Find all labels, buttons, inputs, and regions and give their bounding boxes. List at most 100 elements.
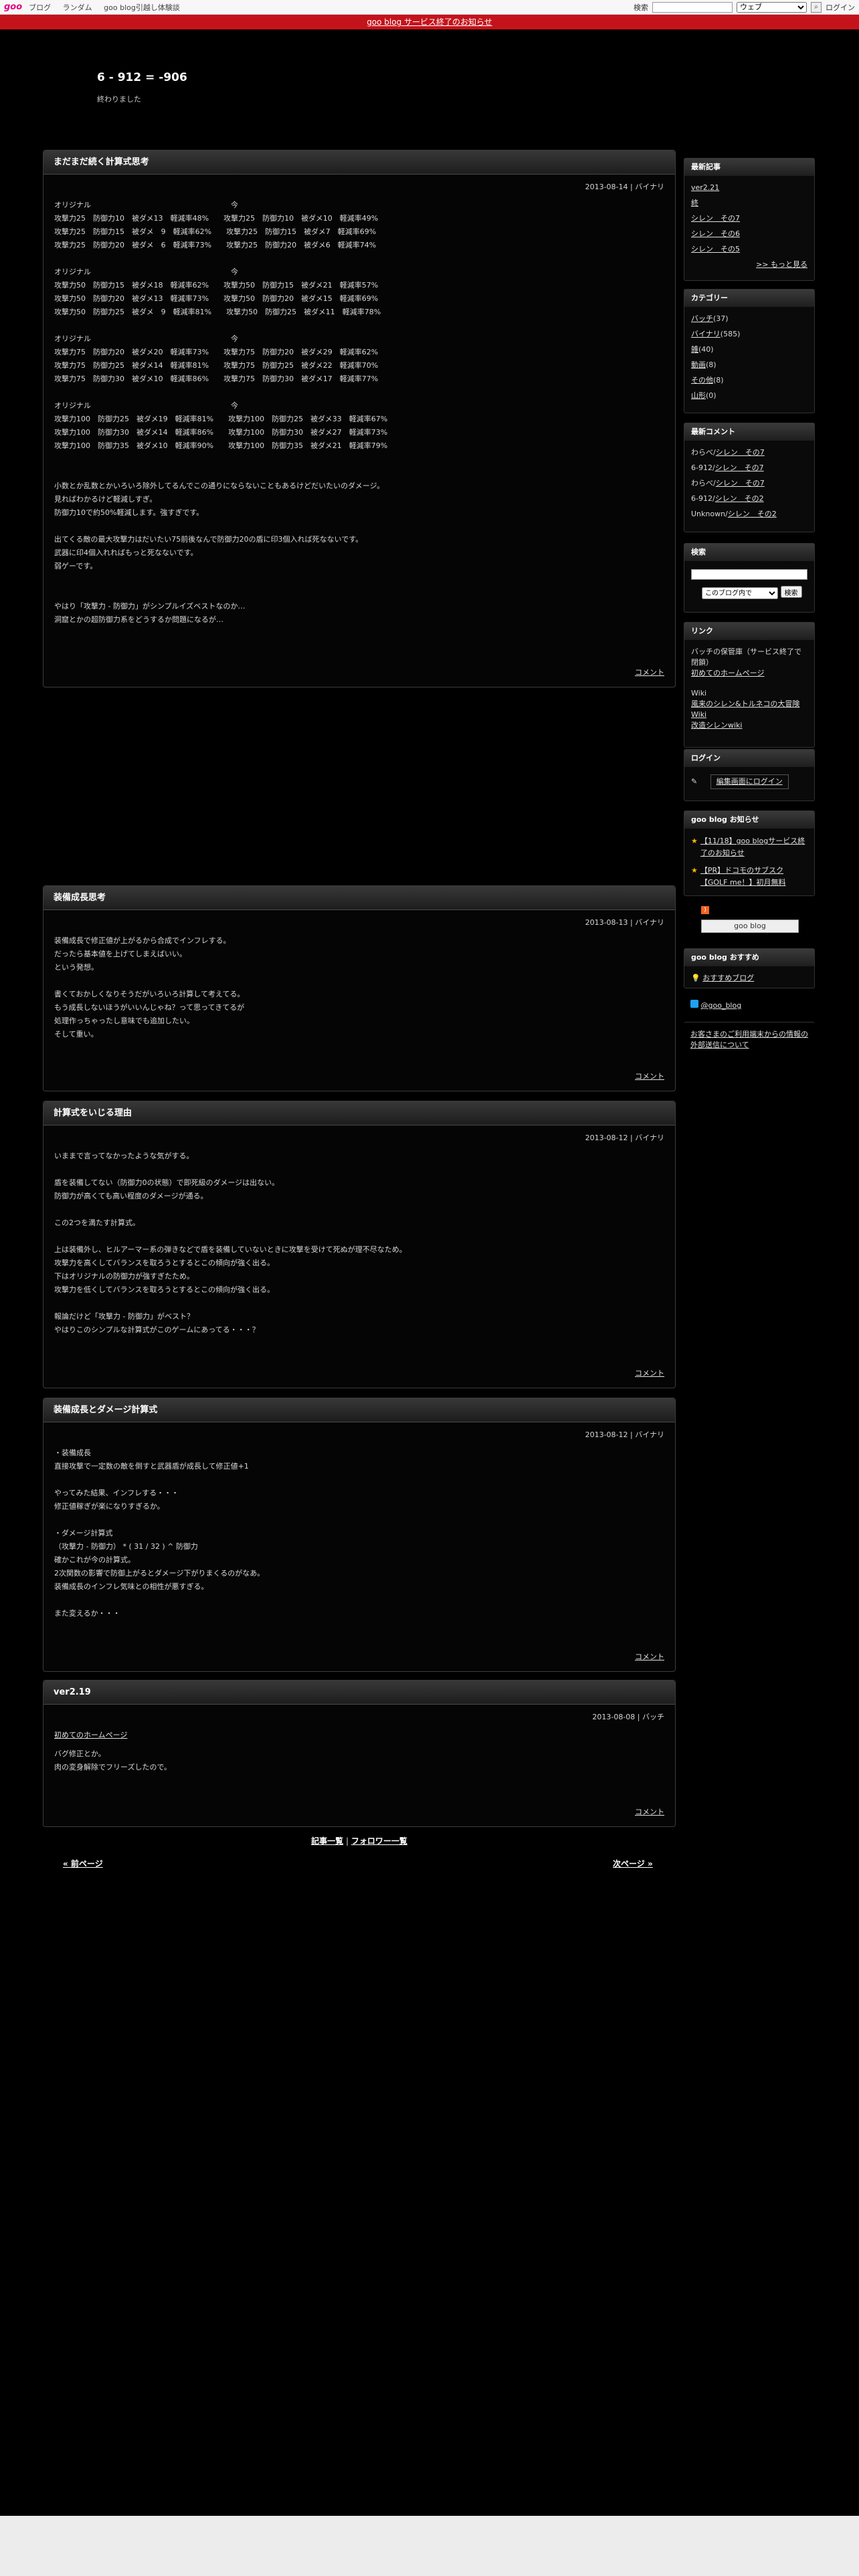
entry-comment-link[interactable]: コメント [635, 1368, 664, 1378]
prev-page-link[interactable]: « 前ページ [63, 1859, 103, 1868]
blog-search-button[interactable]: 検索 [780, 585, 802, 598]
comment-post-link[interactable]: シレン その2 [728, 510, 777, 518]
twitter-icon [690, 1000, 698, 1008]
goo-toolbar: goo ブログ ランダム goo blog引越し体験談 検索 ウェブ ⌕ ログイ… [0, 0, 859, 15]
goo-search-scope[interactable]: ウェブ [737, 1, 807, 13]
sidebar-recommend: goo blog おすすめ 💡 おすすめブログ [684, 948, 815, 988]
comment-post-link[interactable]: シレン その7 [716, 479, 765, 488]
goo-search-input[interactable] [652, 1, 733, 13]
entry-comment-link[interactable]: コメント [635, 1071, 664, 1081]
external-info-link[interactable]: お客さまのご利用端末からの情報の外部送信について [690, 1030, 808, 1049]
goo-blog-banner-label: goo blog [734, 922, 766, 930]
blog-title[interactable]: 6 - 912 = -906 [97, 71, 187, 84]
entry-meta: 2013-08-12 | バイナリ [585, 1430, 664, 1439]
entry-title[interactable]: まだまだ続く計算式思考 [43, 150, 675, 175]
category-count: (0) [706, 391, 717, 400]
sidebar-rss: ) goo blog [684, 900, 815, 940]
sidebar-title: リンク [684, 623, 814, 640]
comment-post-link[interactable]: シレン その2 [715, 494, 764, 503]
entry-title[interactable]: 装備成長とダメージ計算式 [43, 1398, 675, 1422]
comment-user: 6-912/ [691, 463, 715, 472]
entry-comment-link[interactable]: コメント [635, 667, 664, 677]
sidebar-title: カテゴリー [684, 290, 814, 307]
comment-user: わらべ/ [691, 448, 716, 457]
external-link[interactable]: 風来のシレン&トルネコの大冒険 Wiki [691, 700, 799, 719]
pencil-icon: ✎ [691, 777, 698, 786]
entry-meta: 2013-08-13 | バイナリ [585, 918, 664, 927]
sidebar-title: ログイン [684, 750, 814, 767]
entry-1: 装備成長思考 2013-08-13 | バイナリ 装備成長で修正値が上がるから合… [43, 885, 676, 1091]
external-link[interactable]: 改造シレンwiki [691, 721, 742, 730]
category-link[interactable]: 動画 [691, 360, 706, 369]
sidebar-external-info: お客さまのご利用端末からの情報の外部送信について [684, 1022, 815, 1065]
entry-meta: 2013-08-08 | バッチ [592, 1713, 664, 1721]
entry-comment-link[interactable]: コメント [635, 1806, 664, 1817]
category-link[interactable]: 雑 [691, 345, 698, 354]
entry-title[interactable]: ver2.19 [43, 1681, 675, 1705]
rss-row: ) [684, 900, 815, 918]
recent-entry-link[interactable]: シレン その5 [691, 245, 740, 253]
blog-search-scope[interactable]: このブログ内で [702, 587, 778, 599]
next-page-link[interactable]: 次ページ » [613, 1859, 653, 1868]
category-count: (585) [720, 330, 741, 338]
follower-list-link[interactable]: フォロワー一覧 [351, 1836, 407, 1846]
sidebar-title: 最新コメント [684, 423, 814, 441]
recent-entry-link[interactable]: シレン その6 [691, 229, 740, 238]
entry-body: ・装備成長 直接攻撃で一定数の敵を倒すと武器盾が成長して修正値+1 やってみた結… [54, 1448, 265, 1618]
rss-icon[interactable]: ) [701, 906, 709, 914]
blog-search-controls: このブログ内で 検索 [702, 585, 802, 599]
entry-body: オリジナル 今 攻撃力25 防御力10 被ダメ13 軽減率48% 攻撃力25 防… [54, 201, 388, 624]
blog-search-input[interactable] [691, 569, 807, 580]
entry-4: ver2.19 2013-08-08 | バッチ 初めてのホームページ バグ修正… [43, 1680, 676, 1827]
star-icon: ★ [691, 866, 698, 875]
nav-blog-link[interactable]: ブログ [29, 3, 51, 12]
sidebar-search: 検索 このブログ内で 検索 [684, 543, 815, 613]
twitter-link[interactable]: @goo_blog [701, 1001, 742, 1010]
category-link[interactable]: その他 [691, 376, 713, 385]
goo-search-label: 検索 [634, 3, 648, 12]
entry-comment-link[interactable]: コメント [635, 1651, 664, 1662]
entry-body: いままで言ってなかったような気がする。 盾を装備してない（防御力0の状態）で即死… [54, 1152, 407, 1334]
external-link[interactable]: 初めてのホームページ [691, 669, 764, 677]
service-end-notice: goo blog サービス終了のお知らせ [0, 15, 859, 29]
sidebar-login: ログイン ✎ 編集画面にログイン [684, 749, 815, 801]
goo-search-area: 検索 ウェブ ⌕ ログイン [634, 1, 855, 13]
category-link[interactable]: バッチ [691, 314, 713, 323]
recent-more-link[interactable]: >> もっと見る [756, 260, 807, 269]
edit-login-button[interactable]: 編集画面にログイン [710, 774, 789, 789]
sidebar-title: goo blog お知らせ [684, 811, 814, 829]
service-end-link[interactable]: goo blog サービス終了のお知らせ [367, 17, 492, 27]
recent-entry-link[interactable]: シレン その7 [691, 214, 740, 223]
entry-title[interactable]: 装備成長思考 [43, 886, 675, 910]
link-note: バッチの保管庫（サービス終了で閉鎖） [691, 647, 801, 667]
recent-entry-link[interactable]: 終 [691, 199, 698, 207]
news-link[interactable]: 【11/18】goo blogサービス終了のお知らせ [700, 835, 807, 859]
entry-meta: 2013-08-12 | バイナリ [585, 1134, 664, 1142]
nav-random-link[interactable]: ランダム [63, 3, 92, 12]
goo-blog-banner[interactable]: goo blog [701, 920, 799, 933]
entry-list-link[interactable]: 記事一覧 [311, 1836, 343, 1846]
news-link[interactable]: 【PR】ドコモのサブスク【GOLF me！】初月無料 [700, 865, 807, 889]
page-footer [0, 2516, 859, 2576]
entry-link-row: 初めてのホームページ [43, 1723, 675, 1742]
entry-title[interactable]: 計算式をいじる理由 [43, 1101, 675, 1125]
goo-login-link[interactable]: ログイン [826, 2, 855, 13]
entry-body: バグ修正とか。 肉の変身解除でフリーズしたので。 [54, 1749, 172, 1772]
search-icon[interactable]: ⌕ [811, 1, 822, 13]
goo-logo[interactable]: goo [4, 2, 22, 12]
entry-link[interactable]: 初めてのホームページ [54, 1731, 127, 1739]
sidebar-comments: 最新コメント わらべ/シレン その7 6-912/シレン その7 わらべ/シレン… [684, 423, 815, 532]
category-count: (8) [706, 360, 717, 369]
comment-post-link[interactable]: シレン その7 [716, 448, 765, 457]
nav-migration-link[interactable]: goo blog引越し体験談 [104, 3, 180, 12]
recent-entry-link[interactable]: ver2.21 [691, 183, 719, 192]
list-links: 記事一覧 | フォロワー一覧 [43, 1835, 676, 1846]
entry-0: まだまだ続く計算式思考 2013-08-14 | バイナリ オリジナル 今 攻撃… [43, 150, 676, 687]
category-count: (8) [713, 376, 724, 385]
comment-user: Unknown/ [691, 510, 728, 518]
entry-3: 装備成長とダメージ計算式 2013-08-12 | バイナリ ・装備成長 直接攻… [43, 1398, 676, 1672]
category-link[interactable]: 山形 [691, 391, 706, 400]
recommend-link[interactable]: おすすめブログ [702, 974, 754, 982]
comment-post-link[interactable]: シレン その7 [715, 463, 764, 472]
category-link[interactable]: バイナリ [691, 330, 721, 338]
